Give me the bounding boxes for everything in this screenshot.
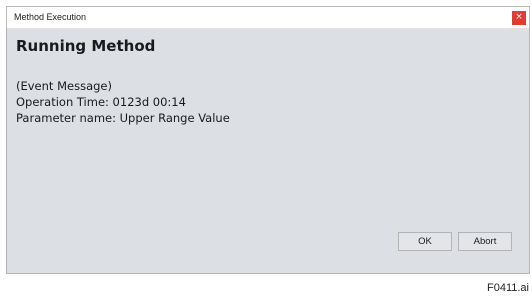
parameter-name-text: Parameter name: Upper Range Value	[16, 111, 230, 125]
abort-button[interactable]: Abort	[458, 232, 512, 251]
title-bar: Method Execution ×	[7, 7, 529, 29]
window-title: Method Execution	[14, 12, 87, 22]
method-execution-dialog: Method Execution × Running Method (Event…	[6, 6, 530, 274]
dialog-heading: Running Method	[16, 37, 156, 55]
event-message-text: (Event Message)	[16, 79, 112, 93]
figure-label: F0411.ai	[487, 282, 529, 294]
operation-time-text: Operation Time: 0123d 00:14	[16, 95, 186, 109]
ok-button[interactable]: OK	[398, 232, 452, 251]
close-button[interactable]: ×	[512, 11, 526, 25]
